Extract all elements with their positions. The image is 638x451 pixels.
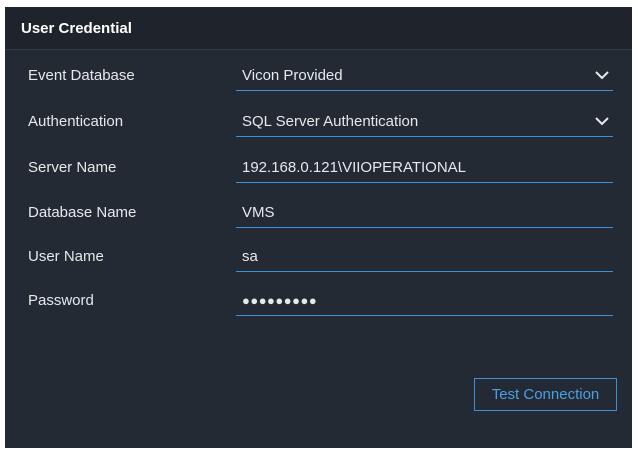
password-input[interactable]: ●●●●●●●●● — [236, 286, 613, 316]
database-name-value: VMS — [242, 204, 275, 221]
password-row: Password ●●●●●●●●● — [5, 286, 632, 318]
user-name-input[interactable]: sa — [236, 242, 613, 272]
panel-title: User Credential — [21, 19, 132, 37]
password-value: ●●●●●●●●● — [242, 293, 318, 308]
event-database-dropdown[interactable]: Vicon Provided — [236, 61, 613, 91]
server-name-input[interactable]: 192.168.0.121\VIIOPERATIONAL — [236, 153, 613, 183]
password-label: Password — [28, 292, 94, 309]
chevron-down-icon — [595, 117, 609, 126]
panel-header: User Credential — [5, 7, 632, 50]
authentication-label: Authentication — [28, 113, 124, 130]
server-name-row: Server Name 192.168.0.121\VIIOPERATIONAL — [5, 153, 632, 185]
event-database-label: Event Database — [28, 67, 135, 84]
user-name-row: User Name sa — [5, 242, 632, 274]
server-name-label: Server Name — [28, 159, 117, 176]
authentication-dropdown[interactable]: SQL Server Authentication — [236, 107, 613, 137]
database-name-input[interactable]: VMS — [236, 198, 613, 228]
user-name-label: User Name — [28, 248, 104, 265]
test-connection-button[interactable]: Test Connection — [474, 378, 617, 411]
database-name-label: Database Name — [28, 204, 137, 221]
event-database-row: Event Database Vicon Provided — [5, 61, 632, 93]
authentication-row: Authentication SQL Server Authentication — [5, 107, 632, 139]
event-database-value: Vicon Provided — [242, 67, 343, 84]
user-credential-panel: User Credential Event Database Vicon Pro… — [5, 7, 632, 448]
user-name-value: sa — [242, 248, 258, 265]
authentication-value: SQL Server Authentication — [242, 113, 419, 130]
server-name-value: 192.168.0.121\VIIOPERATIONAL — [242, 159, 467, 176]
chevron-down-icon — [595, 71, 609, 80]
database-name-row: Database Name VMS — [5, 198, 632, 230]
